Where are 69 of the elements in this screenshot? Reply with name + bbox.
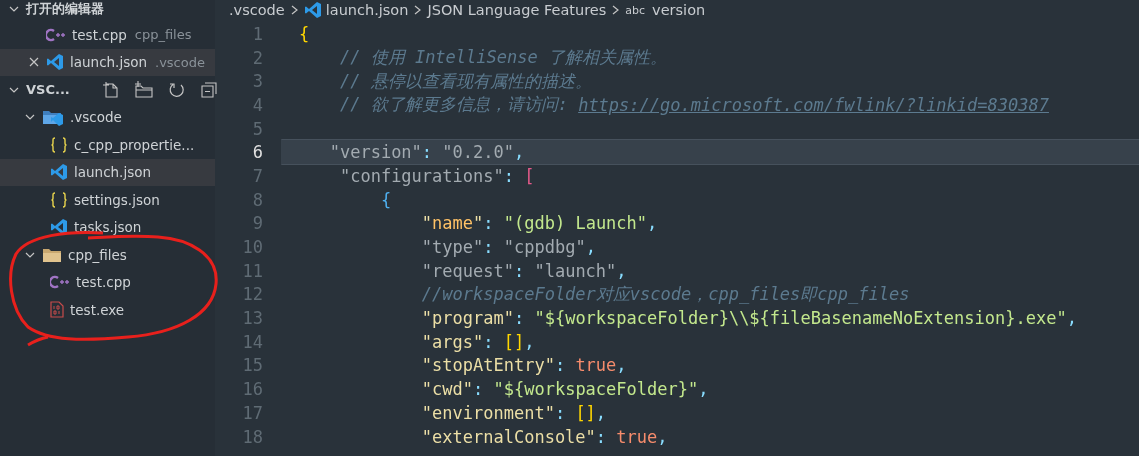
line-number: 5 bbox=[251, 118, 263, 139]
code-line: "request": "launch", bbox=[421, 260, 627, 281]
tree-item[interactable]: tasks.json bbox=[0, 213, 215, 241]
line-number: 18 bbox=[241, 426, 263, 447]
close-icon[interactable] bbox=[28, 56, 40, 69]
open-editor-item[interactable]: test.cpp cpp_files bbox=[0, 21, 215, 49]
braces-icon bbox=[50, 136, 68, 153]
line-number: 9 bbox=[251, 213, 263, 234]
line-number: 6 bbox=[251, 142, 263, 163]
breadcrumb-item[interactable]: JSON Language Features bbox=[427, 2, 607, 18]
line-number: 16 bbox=[241, 379, 263, 400]
tree-item[interactable]: .vscode bbox=[0, 103, 215, 131]
line-number: 10 bbox=[241, 237, 263, 258]
collapse-icon[interactable] bbox=[199, 80, 218, 99]
c-plus-plus-icon bbox=[46, 27, 66, 42]
line-number: 1 bbox=[251, 23, 263, 44]
code-line: // 使用 IntelliSense 了解相关属性。 bbox=[339, 46, 667, 70]
breadcrumb-item[interactable]: .vscode bbox=[229, 2, 285, 18]
line-number: 8 bbox=[251, 189, 263, 210]
chevron-icon bbox=[413, 4, 423, 16]
tree-item[interactable]: settings.json bbox=[0, 186, 215, 214]
tree-item[interactable]: launch.json bbox=[0, 158, 215, 186]
binary-file-icon bbox=[50, 301, 64, 319]
line-number: 2 bbox=[251, 47, 263, 68]
tree-item[interactable]: c_cpp_propertie... bbox=[0, 131, 215, 159]
tree-item[interactable]: cpp_files bbox=[0, 241, 215, 269]
code-line: // 悬停以查看现有属性的描述。 bbox=[339, 69, 592, 93]
code-line: "stopAtEntry": true, bbox=[421, 355, 627, 376]
code-comment: // 欲了解更多信息，请访问: bbox=[339, 93, 569, 117]
line-number: 3 bbox=[251, 71, 263, 92]
code-line: "externalConsole": true, bbox=[421, 426, 668, 447]
code-line: "version": "0.2.0", bbox=[329, 142, 525, 163]
logo-icon bbox=[303, 1, 322, 19]
tree-item[interactable]: test.exe bbox=[0, 296, 215, 324]
code-line: "program": "${workspaceFolder}\\${fileBasenameNoExtension}.exe", bbox=[421, 308, 1077, 329]
line-number: 14 bbox=[241, 331, 263, 352]
code-line: "configurations": [ bbox=[339, 165, 535, 186]
line-number: 11 bbox=[241, 260, 263, 281]
refresh-icon[interactable] bbox=[167, 80, 186, 99]
line-number: 12 bbox=[241, 284, 263, 305]
code-line: "type": "cppdbg", bbox=[421, 237, 596, 258]
chevron-icon bbox=[289, 4, 299, 16]
braces-icon bbox=[50, 191, 68, 208]
line-number: 15 bbox=[241, 355, 263, 376]
open-editor-item[interactable]: launch.json .vscode bbox=[0, 48, 215, 76]
logo-icon bbox=[46, 53, 64, 72]
code-line: "environment": [], bbox=[421, 402, 607, 423]
folder-icon bbox=[42, 246, 62, 263]
folder-icon bbox=[42, 108, 64, 127]
code-line: { bbox=[299, 23, 310, 44]
c-plus-plus-icon bbox=[50, 275, 70, 290]
code-line: //workspaceFolder对应vscode，cpp_files即cpp_files bbox=[421, 282, 910, 306]
line-number: 13 bbox=[241, 308, 263, 329]
line-number: 17 bbox=[241, 402, 263, 423]
code-line: "name": "(gdb) Launch", bbox=[421, 213, 658, 234]
code-line: "args": [], bbox=[421, 331, 535, 352]
breadcrumb-item[interactable]: launch.json bbox=[303, 1, 409, 19]
code-line: { bbox=[380, 189, 392, 210]
folder-title: VSC... bbox=[26, 82, 70, 98]
line-number: 7 bbox=[251, 165, 263, 186]
code-line: "cwd": "${workspaceFolder}", bbox=[421, 379, 709, 400]
logo-icon bbox=[50, 163, 68, 182]
line-number: 4 bbox=[251, 94, 263, 115]
tree-item[interactable]: test.cpp bbox=[0, 268, 215, 296]
section-header[interactable]: 打开的编辑器 bbox=[0, 0, 215, 21]
chevron-icon bbox=[611, 4, 621, 16]
breadcrumb-item[interactable]: abc version bbox=[625, 2, 706, 18]
new-folder-icon[interactable] bbox=[133, 80, 154, 99]
new-file-icon[interactable] bbox=[101, 80, 120, 99]
